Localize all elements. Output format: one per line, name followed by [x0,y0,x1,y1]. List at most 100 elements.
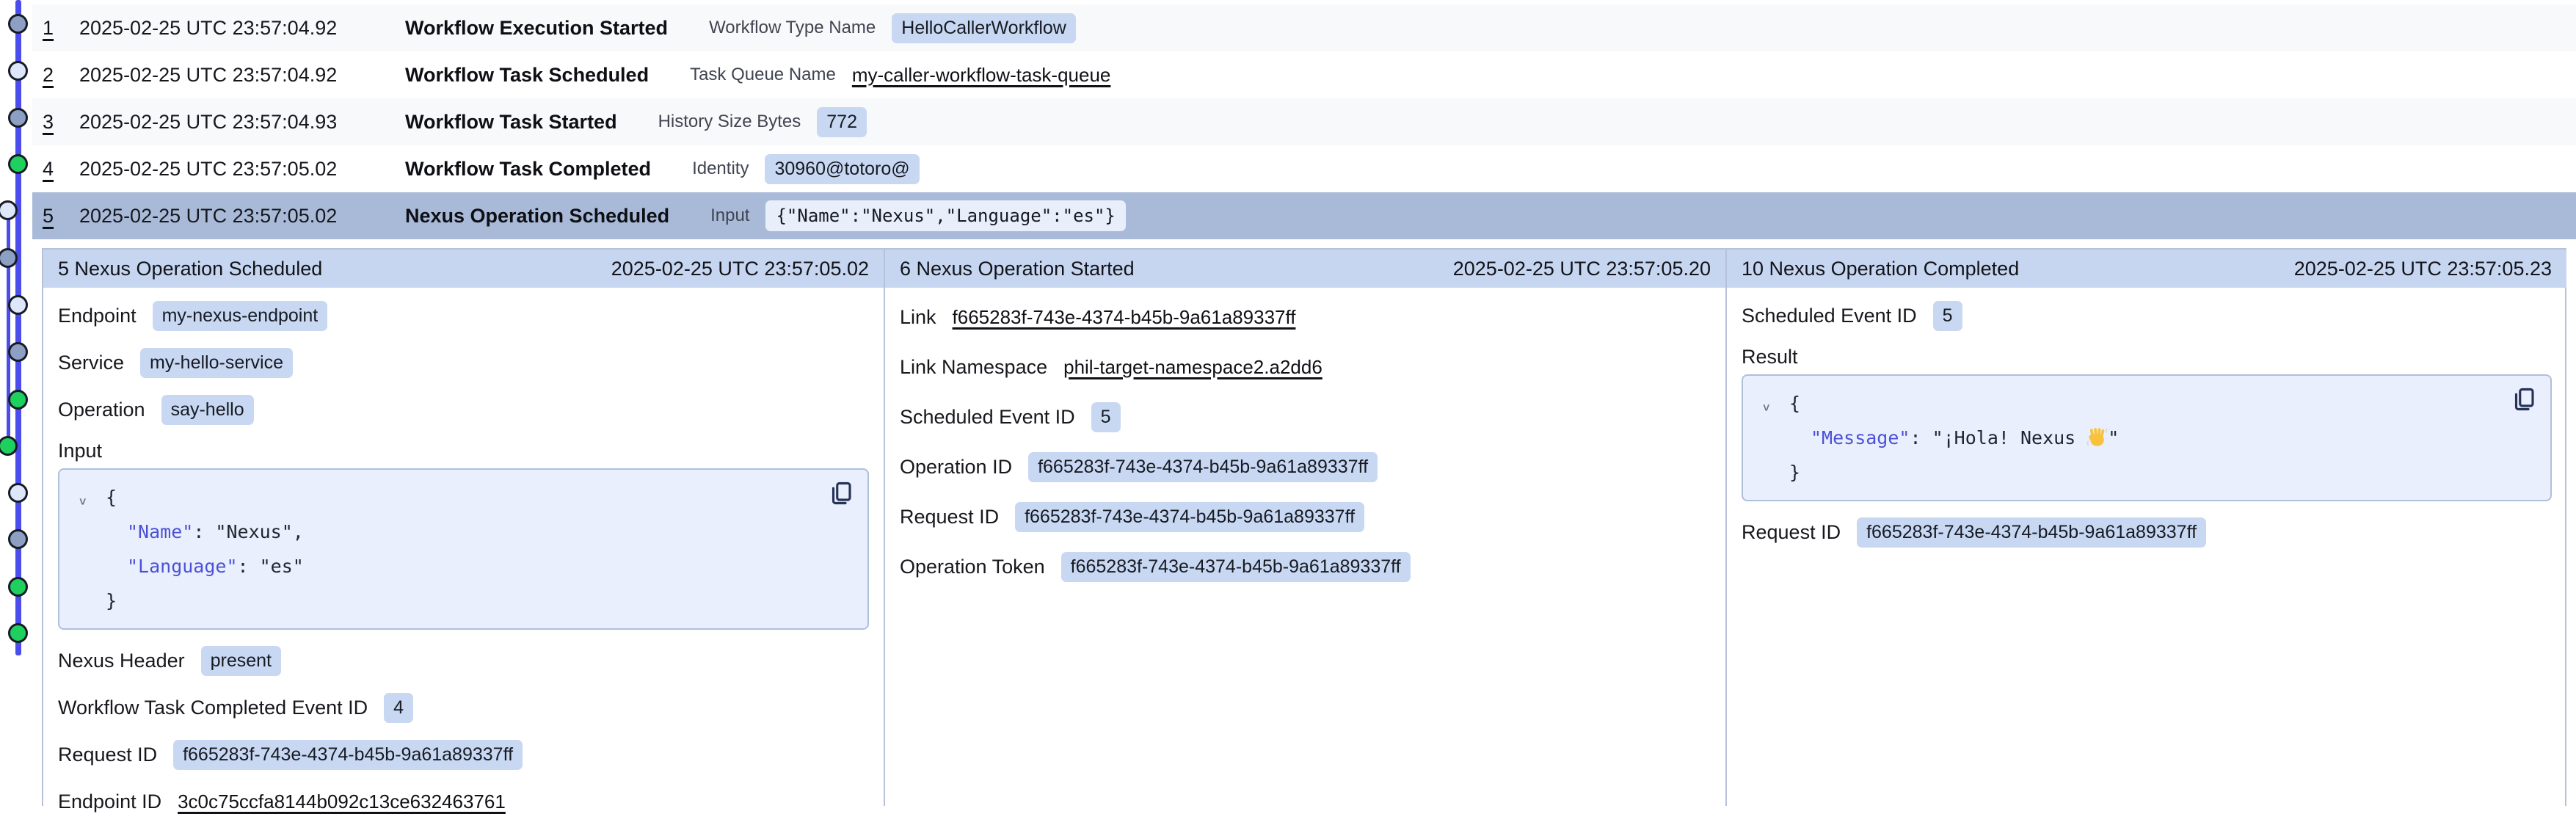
code-line: ∨{ [59,480,853,515]
detail-field: Request IDf665283f-743e-4374-b45b-9a61a8… [1742,509,2552,556]
json-key: "Message" [1811,427,1910,448]
chevron-down-icon[interactable]: ∨ [1762,395,1770,421]
event-attr-value-badge: 772 [817,107,867,137]
json-text: { [106,487,117,508]
field-label: Link [900,306,936,329]
field-label: Endpoint ID [58,791,161,813]
timeline-event-dot [8,483,28,503]
detail-field: Nexus Headerpresent [58,637,869,684]
code-line: "Message": "¡Hola! Nexus " [1743,421,2536,455]
field-value-badge: 5 [1933,301,1962,331]
event-timestamp: 2025-02-25 UTC 23:57:05.02 [79,158,373,181]
field-label: Endpoint [58,305,137,327]
event-row[interactable]: 4 2025-02-25 UTC 23:57:05.02 Workflow Task… [32,145,2576,192]
timeline-event-dot [8,390,28,410]
panel-title: 10 Nexus Operation Completed [1742,258,2019,280]
field-value-badge: f665283f-743e-4374-b45b-9a61a89337ff [1028,452,1378,482]
panel-title: 6 Nexus Operation Started [900,258,1135,280]
panel-body: Scheduled Event ID5Result∨{"Message": "¡… [1727,288,2566,556]
event-row[interactable]: 3 2025-02-25 UTC 23:57:04.93 Workflow Task… [32,98,2576,145]
field-value-badge: 5 [1091,402,1121,432]
event-id-link[interactable]: 1 [43,17,68,40]
field-value-link[interactable]: f665283f-743e-4374-b45b-9a61a89337ff [953,306,1296,329]
field-label: Scheduled Event ID [900,406,1075,429]
panel-title: 5 Nexus Operation Scheduled [58,258,322,280]
json-text: : "¡Hola! Nexus [1910,427,2086,448]
code-line: } [1743,455,2536,490]
event-timestamp: 2025-02-25 UTC 23:57:05.02 [79,205,373,228]
json-text: { [1789,393,1800,414]
json-text: : "es" [238,556,304,577]
field-label: Request ID [58,744,157,766]
code-line: ∨{ [1743,386,2536,421]
json-key: "Name" [127,521,193,542]
field-value-badge: f665283f-743e-4374-b45b-9a61a89337ff [1857,517,2206,548]
event-attr-value-badge: HelloCallerWorkflow [892,13,1076,43]
detail-field: Endpoint my-nexus-endpoint [58,292,869,339]
detail-field: Operationsay-hello [58,386,869,433]
code-line: "Language": "es" [59,549,853,584]
json-code-block: ∨{"Message": "¡Hola! Nexus "} [1742,374,2552,501]
json-text: } [106,590,117,611]
event-attr-label: History Size Bytes [658,112,801,132]
event-timestamp: 2025-02-25 UTC 23:57:04.92 [79,64,373,87]
timeline-event-dot [8,14,28,34]
event-timestamp: 2025-02-25 UTC 23:57:04.93 [79,111,373,134]
field-value-badge: 4 [384,693,413,723]
event-history-list: 12025-02-25 UTC 23:57:04.92Workflow Exec… [32,4,2576,239]
event-name: Workflow Task Completed [405,158,651,181]
detail-field: Service my-hello-service [58,339,869,386]
field-label: Nexus Header [58,650,185,672]
field-label: Link Namespace [900,356,1047,379]
field-label: Operation [58,399,145,421]
panel-body: Link f665283f-743e-4374-b45b-9a61a89337ff… [885,288,1725,592]
field-label: Input [58,433,869,468]
event-detail-group: 5 Nexus Operation Scheduled 2025-02-25 UT… [42,248,2566,806]
event-attr-label: Identity [692,159,749,179]
detail-field: Scheduled Event ID 5 [1742,292,2552,339]
event-name: Workflow Task Started [405,111,617,134]
detail-field: Scheduled Event ID 5 [900,392,1711,442]
detail-field: Link Namespace phil-target-namespace2.a2d… [900,342,1711,392]
branch-timeline-line [7,211,10,446]
event-detail-panel-header: 5 Nexus Operation Scheduled2025-02-25 UT… [43,250,884,288]
code-line: "Name": "Nexus", [59,515,853,549]
event-attr-label: Task Queue Name [690,65,836,85]
field-value-link[interactable]: 3c0c75ccfa8144b092c13ce632463761 [178,791,506,813]
field-label: Scheduled Event ID [1742,305,1917,327]
field-label: Service [58,352,124,374]
panel-timestamp: 2025-02-25 UTC 23:57:05.20 [1453,258,1711,280]
event-row[interactable]: 5 2025-02-25 UTC 23:57:05.02 Nexus Operati… [32,192,2576,239]
field-value-badge: my-nexus-endpoint [153,301,328,331]
json-text: : "Nexus", [193,521,304,542]
field-value-badge: my-hello-service [140,348,293,378]
event-id-link[interactable]: 5 [43,205,68,228]
event-attr-value-badge: 30960@totoro@ [765,154,919,184]
detail-field: Operation Tokenf665283f-743e-4374-b45b-9… [900,542,1711,592]
field-label: Operation ID [900,456,1012,479]
event-attr-link[interactable]: my-caller-workflow-task-queue [852,64,1111,87]
field-value-link[interactable]: phil-target-namespace2.a2dd6 [1063,356,1322,379]
event-detail-panel: 5 Nexus Operation Scheduled2025-02-25 UT… [43,250,884,806]
event-attr-label: Workflow Type Name [709,18,876,38]
timeline-event-dot [8,342,28,362]
event-id-link[interactable]: 2 [43,64,68,87]
timeline-event-dot [8,529,28,549]
event-row[interactable]: 12025-02-25 UTC 23:57:04.92Workflow Exec… [32,4,2576,51]
field-label: Workflow Task Completed Event ID [58,697,368,719]
chevron-down-icon[interactable]: ∨ [79,489,87,515]
event-name: Nexus Operation Scheduled [405,205,669,228]
json-key: "Language" [127,556,238,577]
field-value-badge: f665283f-743e-4374-b45b-9a61a89337ff [1015,502,1364,532]
main-timeline-line [15,0,21,655]
field-label: Request ID [900,506,999,528]
event-id-link[interactable]: 3 [43,111,68,134]
timeline-event-dot [8,154,28,174]
event-detail-panel-header: 6 Nexus Operation Started 2025-02-25 UTC … [885,250,1725,288]
event-id-link[interactable]: 4 [43,158,68,181]
detail-field: Endpoint ID 3c0c75ccfa8144b092c13ce632463… [58,778,869,825]
panel-timestamp: 2025-02-25 UTC 23:57:05.23 [2294,258,2552,280]
event-row[interactable]: 22025-02-25 UTC 23:57:04.92Workflow Task… [32,51,2576,98]
event-attr-value-badge: {"Name":"Nexus","Language":"es"} [765,200,1125,231]
field-value-badge: f665283f-743e-4374-b45b-9a61a89337ff [1061,552,1411,582]
